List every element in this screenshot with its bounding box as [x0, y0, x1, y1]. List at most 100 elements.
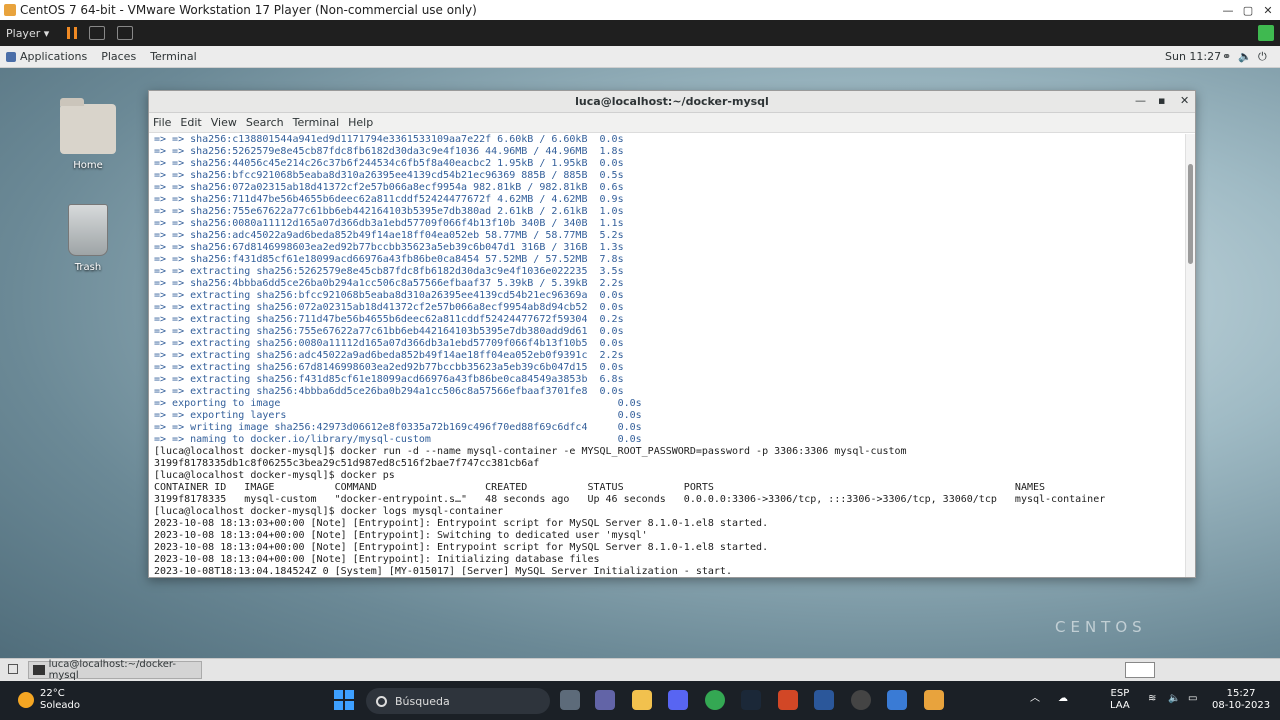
sun-icon [18, 692, 34, 708]
menu-file[interactable]: File [153, 116, 171, 129]
desktop-icon-label: Home [73, 160, 103, 171]
vmware-logo-icon [4, 4, 16, 16]
teams-icon[interactable] [595, 690, 615, 710]
maximize-button[interactable]: ▢ [1238, 0, 1258, 20]
keyboard-layout: LAA [1110, 700, 1130, 711]
terminal-line: => => sha256:67d8146998603ea2ed92b77bccb… [154, 242, 624, 253]
menu-search[interactable]: Search [246, 116, 284, 129]
terminal-line: => => extracting sha256:5262579e8e45cb87… [154, 266, 624, 277]
terminal-line: => => extracting sha256:f431d85cf61e1809… [154, 374, 624, 385]
player-menu-label: Player ▾ [6, 26, 50, 40]
terminal-line: => => sha256:44056c45e214c26c37b6f244534… [154, 158, 624, 169]
terminal-line: => => sha256:711d47be56b4655b6deec62a811… [154, 194, 624, 205]
menu-edit[interactable]: Edit [180, 116, 201, 129]
gnome-top-bar: Applications Places Terminal Sun 11:27 ⚭… [0, 46, 1280, 68]
terminal-title-bar[interactable]: luca@localhost:~/docker-mysql — ▪ ✕ [149, 91, 1195, 113]
taskbar-item-label: luca@localhost:~/docker-mysql [48, 659, 177, 681]
send-ctrl-alt-del-icon[interactable] [89, 26, 106, 40]
volume-icon[interactable]: 🔈 [1238, 50, 1252, 63]
desktop-icon-trash[interactable]: Trash [53, 204, 123, 273]
terminal-line: => => exporting layers 0.0s [154, 410, 642, 421]
steam-icon[interactable] [741, 690, 761, 710]
terminal-line: => => sha256:c138801544a941ed9d1171794e3… [154, 134, 624, 145]
guest-desktop: Applications Places Terminal Sun 11:27 ⚭… [0, 46, 1280, 681]
speaker-icon[interactable]: 🔈 [1168, 693, 1180, 705]
close-button[interactable]: ✕ [1258, 0, 1278, 20]
terminal-line: [luca@localhost docker-mysql]$ docker ps [154, 470, 395, 481]
terminal-line: CONTAINER ID IMAGE COMMAND CREATED STATU… [154, 482, 1046, 493]
terminal-line: => => sha256:4bbba6dd5ce26ba0b294a1cc506… [154, 278, 624, 289]
terminal-line: => exporting to image 0.0s [154, 398, 642, 409]
discord-icon[interactable] [668, 690, 688, 710]
chrome-icon[interactable] [705, 690, 725, 710]
task-view-icon[interactable] [560, 690, 580, 710]
pause-icon[interactable] [67, 27, 78, 39]
search-box[interactable]: Búsqueda [366, 688, 550, 714]
terminal-line: => => sha256:5262579e8e45cb87fdc8fb6182d… [154, 146, 624, 157]
terminal-line: => => sha256:f431d85cf61e18099acd66976a4… [154, 254, 624, 265]
guest-taskbar: luca@localhost:~/docker-mysql [0, 658, 1280, 681]
terminal-line: => => extracting sha256:072a02315ab18d41… [154, 302, 624, 313]
weather-widget[interactable]: 22°C Soleado [18, 688, 80, 712]
clock-date: 08-10-2023 [1212, 700, 1271, 711]
home-folder-icon [60, 98, 116, 154]
desktop-icon-label: Trash [74, 262, 102, 273]
taskbar-item-terminal[interactable]: luca@localhost:~/docker-mysql [28, 659, 202, 681]
terminal-output[interactable]: => => sha256:c138801544a941ed9d1171794e3… [149, 134, 1185, 577]
wifi-icon[interactable]: ≋ [1148, 693, 1156, 705]
fullscreen-icon[interactable] [117, 26, 134, 40]
menu-terminal[interactable]: Terminal [293, 116, 340, 129]
menu-terminal[interactable]: Terminal [150, 50, 197, 63]
gnome-clock[interactable]: Sun 11:27 [1165, 50, 1221, 63]
network-icon[interactable]: ⚭ [1222, 50, 1231, 63]
terminal-line: => => writing image sha256:42973d06612e8… [154, 422, 642, 433]
windows-taskbar: 22°C Soleado Búsqueda ︿ ☁ ESP LAA ≋ 🔈 ▭ … [0, 681, 1280, 720]
terminal-menubar: File Edit View Search Terminal Help [149, 113, 1195, 133]
vmware-app-icon[interactable] [924, 690, 944, 710]
obs-icon[interactable] [851, 690, 871, 710]
terminal-line: => => naming to docker.io/library/mysql-… [154, 434, 642, 445]
applications-menu[interactable]: Applications [6, 50, 101, 63]
unity-icon[interactable] [1258, 25, 1274, 41]
terminal-line: => => extracting sha256:711d47be56b4655b… [154, 314, 624, 325]
terminal-minimize-icon[interactable]: — [1135, 94, 1146, 107]
player-menu[interactable]: Player ▾ [6, 27, 49, 40]
search-icon [376, 695, 387, 707]
show-desktop-icon[interactable] [8, 664, 18, 674]
vmware-title-bar: CentOS 7 64-bit - VMware Workstation 17 … [0, 0, 1280, 20]
battery-icon[interactable]: ▭ [1188, 693, 1197, 705]
terminal-icon [33, 665, 45, 675]
language-code: ESP [1110, 688, 1130, 699]
terminal-line: => => sha256:072a02315ab18d41372cf2e57b0… [154, 182, 624, 193]
minimize-button[interactable]: — [1218, 0, 1238, 20]
menu-view[interactable]: View [211, 116, 237, 129]
weather-condition: Soleado [40, 700, 80, 711]
notepad-icon[interactable] [887, 690, 907, 710]
word-icon[interactable] [814, 690, 834, 710]
trash-icon [68, 204, 108, 256]
windows-start-icon[interactable] [334, 690, 354, 710]
scrollbar-thumb[interactable] [1188, 164, 1193, 264]
menu-help[interactable]: Help [348, 116, 373, 129]
desktop-icon-home[interactable]: Home [53, 98, 123, 171]
search-placeholder: Búsqueda [395, 694, 450, 708]
terminal-maximize-icon[interactable]: ▪ [1158, 94, 1165, 107]
terminal-line: => => extracting sha256:4bbba6dd5ce26ba0… [154, 386, 624, 397]
workspace-switcher[interactable] [1125, 662, 1155, 678]
menu-applications[interactable]: Applications [20, 50, 87, 63]
language-indicator[interactable]: ESP LAA [1110, 688, 1130, 712]
tray-overflow-icon[interactable]: ︿ [1030, 693, 1040, 705]
system-clock[interactable]: 15:27 08-10-2023 [1212, 688, 1270, 712]
terminal-line: 2023-10-08T18:13:04.184524Z 0 [System] [… [154, 566, 732, 577]
powerpoint-icon[interactable] [778, 690, 798, 710]
terminal-close-icon[interactable]: ✕ [1180, 94, 1189, 107]
terminal-scrollbar[interactable] [1185, 134, 1195, 577]
terminal-line: => => sha256:bfcc921068b5eaba8d310a26395… [154, 170, 624, 181]
menu-places[interactable]: Places [101, 50, 136, 63]
terminal-line: [luca@localhost docker-mysql]$ docker ru… [154, 446, 907, 457]
onedrive-icon[interactable]: ☁ [1058, 693, 1068, 705]
terminal-line: => => extracting sha256:67d8146998603ea2… [154, 362, 624, 373]
clock-time: 15:27 [1226, 688, 1256, 699]
power-icon[interactable]: ⏻ [1258, 50, 1267, 64]
file-explorer-icon[interactable] [632, 690, 652, 710]
